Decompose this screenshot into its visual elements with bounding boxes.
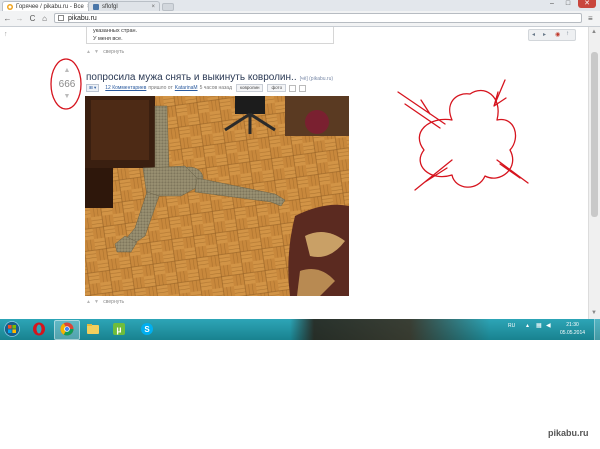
home-button[interactable]: ⌂ bbox=[40, 14, 49, 23]
language-indicator[interactable]: RU bbox=[508, 323, 515, 329]
scrollbar[interactable]: ▲ ▼ bbox=[588, 27, 600, 319]
cursor-icon: ↑ bbox=[4, 31, 8, 38]
folder-icon[interactable] bbox=[86, 322, 100, 336]
comment-line: указанных стран. bbox=[93, 28, 138, 34]
post-photo[interactable] bbox=[85, 96, 349, 296]
comments-link[interactable]: 12 Комментариев bbox=[105, 85, 146, 91]
pikabu-favicon-icon bbox=[7, 3, 13, 10]
vote-down-icon[interactable]: ▼ bbox=[94, 299, 99, 305]
tab-title: Горячее / pikabu.ru - Все bbox=[16, 3, 84, 10]
scroll-down-icon[interactable]: ▼ bbox=[591, 310, 597, 316]
scrollbar-thumb[interactable] bbox=[591, 52, 598, 217]
clock-time: 21:30 bbox=[566, 322, 579, 328]
minimize-button[interactable]: – bbox=[545, 0, 559, 8]
scroll-up-icon[interactable]: ▲ bbox=[591, 29, 597, 35]
rating-up-icon[interactable]: ▲ bbox=[54, 67, 80, 74]
show-desktop-button[interactable] bbox=[594, 319, 600, 340]
prev-post-footer: ▲ ▼ свернуть bbox=[86, 49, 124, 55]
utorrent-icon[interactable]: µ bbox=[112, 322, 126, 336]
svg-text:µ: µ bbox=[116, 325, 121, 335]
collapse-link[interactable]: свернуть bbox=[103, 299, 124, 305]
post-meta: ⊞ ▾ 12 Комментариев пришло от KatarinaM … bbox=[86, 84, 307, 92]
start-orb-icon[interactable] bbox=[4, 321, 20, 337]
vote-up-icon[interactable]: ▲ bbox=[86, 299, 91, 305]
network-icon[interactable]: ▦ bbox=[536, 322, 542, 329]
maximize-button[interactable]: □ bbox=[561, 0, 575, 8]
previous-post-text: указанных стран. У меня все. bbox=[86, 27, 334, 44]
reload-button[interactable]: C bbox=[28, 14, 37, 23]
new-tab-button[interactable] bbox=[162, 3, 174, 11]
clock[interactable]: 21:30 05.05.2014 bbox=[560, 321, 585, 337]
post-footer: ▲ ▼ свернуть bbox=[86, 299, 124, 305]
time-ago: 5 часов назад bbox=[199, 85, 232, 91]
volume-icon[interactable]: ◀ bbox=[546, 322, 551, 329]
watermark: pikabu.ru bbox=[548, 428, 589, 438]
opera-icon[interactable] bbox=[32, 322, 46, 336]
address-bar[interactable]: pikabu.ru bbox=[54, 13, 582, 23]
share-icon[interactable] bbox=[289, 84, 297, 92]
tab-title: sflofgl bbox=[102, 3, 118, 10]
clock-date: 05.05.2014 bbox=[560, 330, 586, 336]
author-link[interactable]: KatarinaM bbox=[175, 85, 198, 91]
back-button[interactable]: ← bbox=[3, 14, 12, 23]
skype-icon[interactable]: S bbox=[140, 322, 154, 336]
collapse-link[interactable]: свернуть bbox=[103, 49, 124, 55]
prev-post-icon[interactable]: ◂ bbox=[532, 31, 535, 38]
wallpaper-peek bbox=[290, 319, 490, 340]
vote-down-icon[interactable]: ▼ bbox=[94, 49, 99, 55]
forward-button[interactable]: → bbox=[15, 14, 24, 23]
scroll-top-icon[interactable]: ↑ bbox=[566, 31, 569, 37]
save-icon[interactable] bbox=[299, 84, 307, 92]
comment-line: У меня все. bbox=[93, 36, 123, 42]
chrome-icon bbox=[60, 322, 74, 336]
next-post-icon[interactable]: ▸ bbox=[543, 31, 546, 38]
svg-text:S: S bbox=[144, 325, 150, 334]
post-rating: 666 bbox=[58, 79, 76, 90]
eye-icon[interactable]: ◉ bbox=[555, 31, 560, 38]
tray-arrow-icon[interactable]: ▴ bbox=[526, 322, 529, 329]
close-window-button[interactable]: ✕ bbox=[578, 0, 596, 8]
tab-pikabu[interactable]: Горячее / pikabu.ru - Все × bbox=[2, 1, 90, 11]
page-info-icon[interactable] bbox=[58, 15, 64, 21]
menu-icon[interactable]: ≡ bbox=[588, 14, 593, 23]
tab-strip: Горячее / pikabu.ru - Все × sflofgl × – … bbox=[0, 0, 600, 11]
post-source: [чё] (pikabu.ru) bbox=[299, 76, 334, 82]
tab-second[interactable]: sflofgl × bbox=[88, 1, 160, 11]
post-title-text[interactable]: попросила мужа снять и выкинуть ковролин… bbox=[86, 72, 297, 83]
save-dropdown[interactable]: ⊞ ▾ bbox=[86, 84, 100, 92]
posted-by-label: пришло от bbox=[148, 85, 173, 91]
tag-kovrolin[interactable]: ковролин bbox=[236, 84, 264, 92]
tab-close-icon[interactable]: × bbox=[148, 4, 155, 10]
tag-foto[interactable]: фото bbox=[267, 84, 287, 92]
post-nav-widget: ◂ ▸ ◉ ↑ bbox=[528, 29, 576, 41]
post-title[interactable]: попросила мужа снять и выкинуть ковролин… bbox=[86, 72, 333, 83]
vote-up-icon[interactable]: ▲ bbox=[86, 49, 91, 55]
rating-down-icon[interactable]: ▼ bbox=[54, 93, 80, 100]
vk-favicon-icon bbox=[93, 3, 99, 10]
